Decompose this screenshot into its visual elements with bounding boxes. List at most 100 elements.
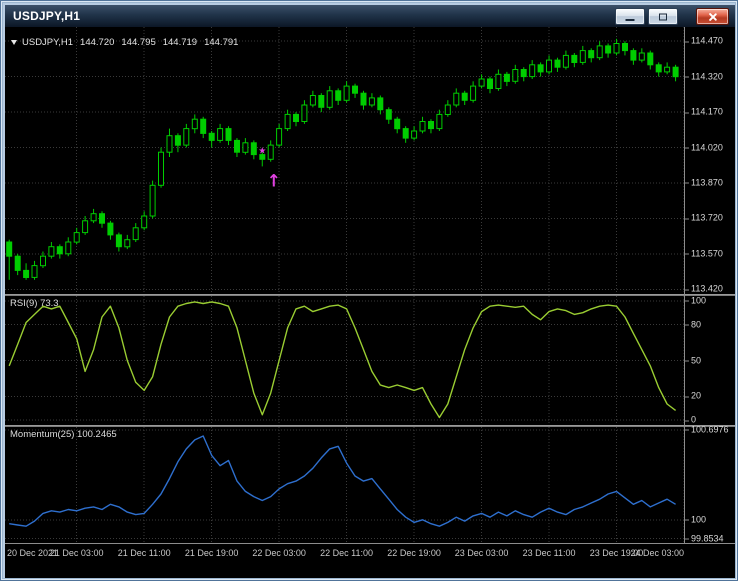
candle-body: [411, 130, 418, 139]
candle-body: [588, 50, 595, 59]
candle-body: [309, 95, 316, 106]
candle-body: [14, 255, 21, 271]
candle-body: [73, 232, 80, 243]
candle-body: [470, 85, 477, 101]
candle-body: [352, 85, 358, 94]
momentum-indicator-pane[interactable]: [5, 427, 684, 543]
close-button[interactable]: [696, 8, 729, 25]
candle-body: [200, 118, 207, 134]
price-tick-label: 100: [684, 295, 707, 306]
candle-body: [166, 135, 173, 153]
candle-body: [638, 52, 645, 61]
candle-body: [655, 64, 662, 73]
candle-body: [613, 43, 620, 54]
price-tick-label: 50: [684, 355, 702, 365]
time-label: 21 Dec 03:00: [49, 548, 104, 558]
rsi-line: [8, 301, 677, 419]
candle-body: [65, 241, 72, 255]
price-pane[interactable]: ★↑: [5, 27, 684, 294]
candle-body: [630, 50, 637, 61]
candle-body: [461, 92, 468, 101]
candle-body: [562, 54, 569, 68]
time-label: 21 Dec 19:00: [184, 548, 239, 558]
candle-body: [512, 69, 519, 82]
minimize-button[interactable]: [615, 8, 645, 25]
candle-body: [217, 128, 224, 141]
candle-body: [208, 132, 215, 141]
rsi-indicator-pane[interactable]: [5, 296, 684, 425]
time-label: 23 Dec 11:00: [522, 548, 576, 558]
candle-body: [529, 64, 536, 78]
candle-body: [48, 246, 55, 257]
candle-body: [234, 139, 240, 153]
candle-body: [6, 241, 13, 257]
candle-body: [267, 144, 274, 160]
candle-body: [453, 92, 460, 106]
price-tick-label: 114.170: [685, 106, 723, 117]
candle-body: [360, 92, 367, 106]
candle-body: [622, 43, 628, 52]
candle-body: [276, 128, 283, 146]
candle-body: [242, 142, 249, 153]
candle-body: [301, 104, 308, 122]
candle-body: [82, 220, 89, 234]
candle-body: [478, 78, 485, 87]
price-tick-label: 100: [684, 514, 707, 525]
candle-body: [56, 246, 63, 255]
candle-body: [191, 118, 198, 130]
candle-body: [596, 45, 603, 59]
candle-body: [124, 239, 131, 248]
price-scale[interactable]: 114.470 114.320 114.170 114.020 113.870 113.7…: [684, 27, 735, 544]
candle-body: [436, 113, 443, 130]
price-tick-label: 20: [684, 390, 702, 401]
marker-star-icon[interactable]: ★: [258, 146, 266, 156]
candle-body: [107, 222, 114, 236]
window-controls: [612, 8, 729, 25]
candle-body: [520, 69, 527, 78]
time-axis[interactable]: 20 Dec 2021 21 Dec 03:00 21 Dec 11:00 21 De…: [5, 544, 735, 578]
candle-body: [174, 135, 181, 146]
price-tick-label: 99.8534: [685, 533, 724, 544]
candle-body: [385, 109, 392, 120]
candle-body: [343, 85, 350, 101]
candle-body: [571, 54, 578, 63]
marker-arrow-up-icon[interactable]: ↑: [267, 172, 281, 192]
time-label: 22 Dec 11:00: [320, 548, 374, 558]
candle-body: [99, 213, 105, 224]
candle-body: [402, 128, 409, 139]
price-tick-label: 114.470: [685, 35, 723, 46]
candle-body: [115, 234, 122, 248]
candle-body: [444, 104, 451, 115]
candle-body: [487, 78, 493, 89]
price-tick-label: 114.020: [685, 142, 723, 152]
price-tick-label: 0: [684, 414, 697, 425]
candle-body: [132, 227, 139, 241]
candle-body: [141, 215, 148, 229]
price-tick-label: 114.320: [685, 71, 723, 82]
restore-button[interactable]: [648, 8, 678, 25]
candle-body: [149, 184, 156, 217]
momentum-line: [9, 435, 676, 527]
minimize-icon: [625, 19, 635, 21]
price-tick-label: 113.870: [685, 177, 723, 188]
candle-body: [579, 50, 586, 63]
time-label: 22 Dec 03:00: [252, 548, 306, 558]
candle-body: [23, 269, 30, 278]
price-tick-label: 113.420: [685, 283, 723, 294]
candle-body: [537, 64, 544, 73]
candle-body: [335, 90, 342, 101]
candle-body: [664, 66, 671, 73]
chart-client-area[interactable]: ★ ↑ 114.470 114.320 114.170 114.020 113.870 11…: [5, 27, 735, 578]
candle-body: [377, 97, 384, 111]
window-titlebar[interactable]: USDJPY,H1: [5, 5, 735, 27]
candle-body: [90, 213, 97, 222]
time-label: 21 Dec 11:00: [117, 548, 171, 558]
candle-body: [419, 121, 426, 132]
candle-body: [554, 59, 561, 68]
window-title: USDJPY,H1: [13, 9, 81, 23]
candle-body: [318, 95, 325, 108]
candle-body: [225, 128, 232, 141]
time-label: 23 Dec 03:00: [454, 548, 509, 558]
candle-body: [672, 66, 679, 78]
candle-body: [368, 97, 375, 106]
